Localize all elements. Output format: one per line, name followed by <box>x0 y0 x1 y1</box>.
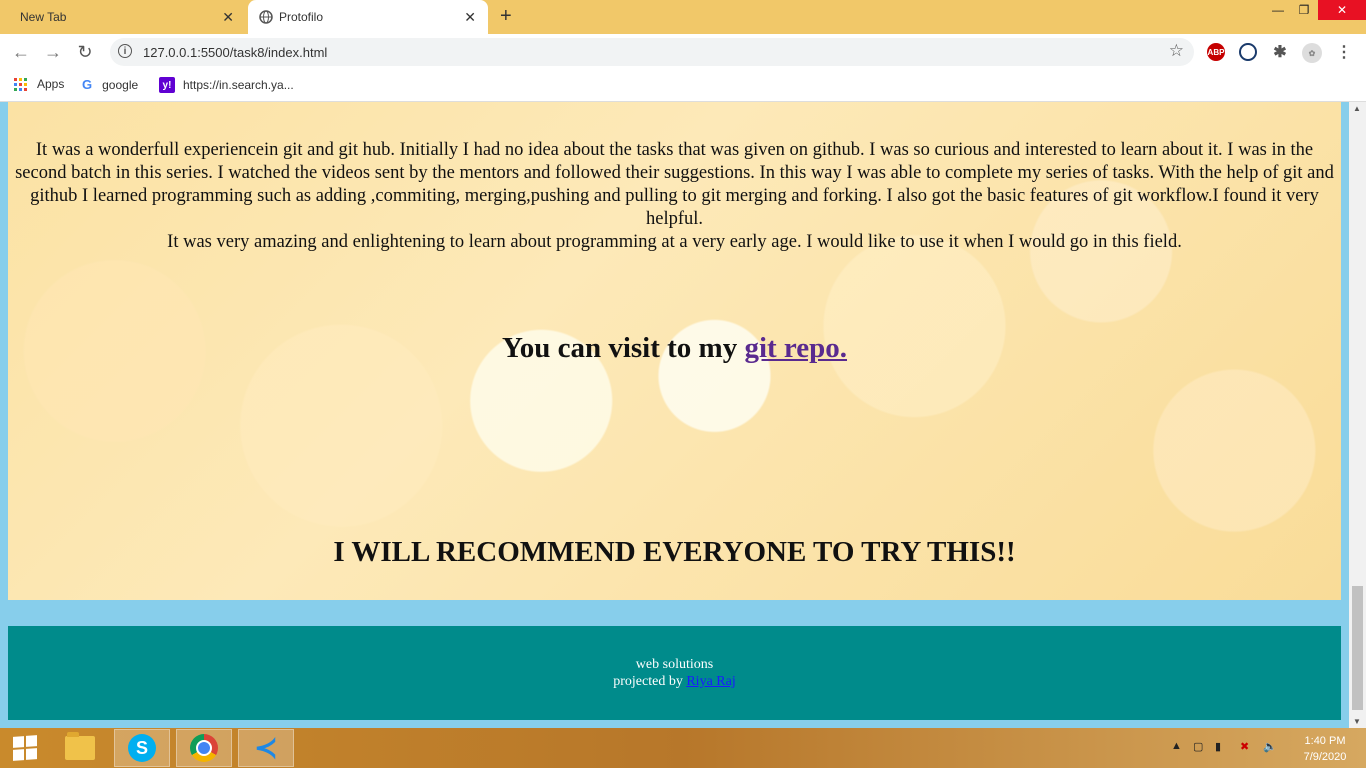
taskbar-vscode[interactable]: ≺ <box>238 729 294 767</box>
apps-grid-icon <box>14 77 27 91</box>
visit-heading: You can visit to my git repo. <box>8 332 1341 365</box>
scroll-thumb[interactable] <box>1352 586 1363 710</box>
clock-time: 1:40 PM <box>1304 735 1346 747</box>
tab-title: Protofilo <box>279 10 324 24</box>
show-hidden-icons-icon[interactable]: ▲ <box>1171 740 1182 752</box>
url-text[interactable]: 127.0.0.1:5500/task8/index.html <box>143 45 327 60</box>
reload-icon[interactable]: ↻ <box>75 42 95 62</box>
extensions-puzzle-icon[interactable]: ✱ <box>1271 43 1289 61</box>
lens-extension-icon[interactable] <box>1239 43 1257 61</box>
vertical-scrollbar[interactable]: ▲ ▼ <box>1349 102 1366 728</box>
tab-protofilo[interactable]: Protofilo ✕ <box>248 0 488 34</box>
browser-toolbar: ← → ↻ i 127.0.0.1:5500/task8/index.html … <box>0 34 1366 70</box>
bookmark-apps[interactable]: Apps <box>14 77 64 91</box>
paragraph-line: It was a wonderfull experiencein git and… <box>15 140 1334 229</box>
recommend-heading: I WILL RECOMMEND EVERYONE TO TRY THIS!! <box>333 536 1016 568</box>
profile-avatar[interactable]: ✿ <box>1302 43 1322 63</box>
battery-icon[interactable]: ▮ <box>1215 740 1221 753</box>
windows-logo-icon <box>13 735 37 761</box>
experience-paragraph: It was a wonderfull experiencein git and… <box>8 139 1341 254</box>
taskbar-file-explorer[interactable] <box>52 729 108 767</box>
address-bar[interactable]: i 127.0.0.1:5500/task8/index.html ☆ <box>110 38 1194 66</box>
tab-title: New Tab <box>20 10 67 24</box>
bookmark-label: Apps <box>37 77 65 91</box>
page-viewport: It was a wonderfull experiencein git and… <box>0 102 1349 728</box>
content-panel: It was a wonderfull experiencein git and… <box>8 102 1341 600</box>
yahoo-icon: y! <box>159 77 175 93</box>
taskbar-skype[interactable]: S <box>114 729 170 767</box>
skype-icon: S <box>128 734 156 762</box>
network-icon[interactable]: ✖ <box>1240 740 1249 753</box>
footer-title: web solutions <box>635 657 714 672</box>
chrome-icon <box>190 734 218 762</box>
bookmarks-bar: Apps G google y! https://in.search.ya... <box>0 70 1366 102</box>
paragraph-line: It was very amazing and enlightening to … <box>167 232 1182 252</box>
kebab-menu-icon[interactable]: ⋮ <box>1335 43 1353 61</box>
footer: web solutions projected by Riya Raj <box>8 626 1341 720</box>
close-icon[interactable]: ✕ <box>464 9 476 25</box>
adblock-plus-icon[interactable]: ABP <box>1207 43 1225 61</box>
scroll-down-icon[interactable]: ▼ <box>1353 717 1361 726</box>
forward-arrow-icon[interactable]: → <box>43 42 63 62</box>
google-icon: G <box>82 77 93 92</box>
clock-date: 7/9/2020 <box>1303 751 1347 763</box>
tab-strip: New Tab ✕ Protofilo ✕ + ― ❐ ✕ <box>0 0 1366 34</box>
tab-new-tab[interactable]: New Tab ✕ <box>0 0 246 34</box>
footer-credit-prefix: projected by <box>613 674 687 689</box>
taskbar-chrome[interactable] <box>176 729 232 767</box>
bookmark-yahoo-search[interactable]: y! https://in.search.ya... <box>159 77 294 93</box>
globe-icon <box>259 10 273 24</box>
bookmark-label: google <box>102 77 139 92</box>
info-icon[interactable]: i <box>118 44 132 58</box>
bookmark-google[interactable]: G google <box>82 77 138 92</box>
file-explorer-icon <box>65 732 95 760</box>
scroll-up-icon[interactable]: ▲ <box>1353 104 1361 113</box>
back-arrow-icon[interactable]: ← <box>11 42 31 62</box>
bookmark-star-icon[interactable]: ☆ <box>1169 41 1184 61</box>
window-close-button[interactable]: ✕ <box>1318 0 1366 20</box>
bookmark-label: https://in.search.ya... <box>183 78 294 92</box>
volume-icon[interactable]: 🔈 <box>1263 740 1277 753</box>
visit-prefix: You can visit to my <box>501 332 745 364</box>
restore-button[interactable]: ❐ <box>1294 0 1314 20</box>
git-repo-link[interactable]: git repo. <box>744 332 847 364</box>
close-icon[interactable]: ✕ <box>222 9 234 25</box>
footer-credit: projected by Riya Raj <box>8 673 1341 690</box>
minimize-button[interactable]: ― <box>1268 0 1288 20</box>
tray-app-icon[interactable]: ▢ <box>1193 740 1203 753</box>
windows-taskbar: S ≺ ▲ ▢ ▮ ✖ 🔈 1:40 PM 7/9/2020 <box>0 728 1366 768</box>
taskbar-clock[interactable]: 1:40 PM 7/9/2020 <box>1290 733 1360 765</box>
author-link[interactable]: Riya Raj <box>686 674 735 689</box>
vscode-icon: ≺ <box>254 732 278 763</box>
new-tab-button[interactable]: + <box>500 6 512 26</box>
start-button[interactable] <box>0 729 50 767</box>
